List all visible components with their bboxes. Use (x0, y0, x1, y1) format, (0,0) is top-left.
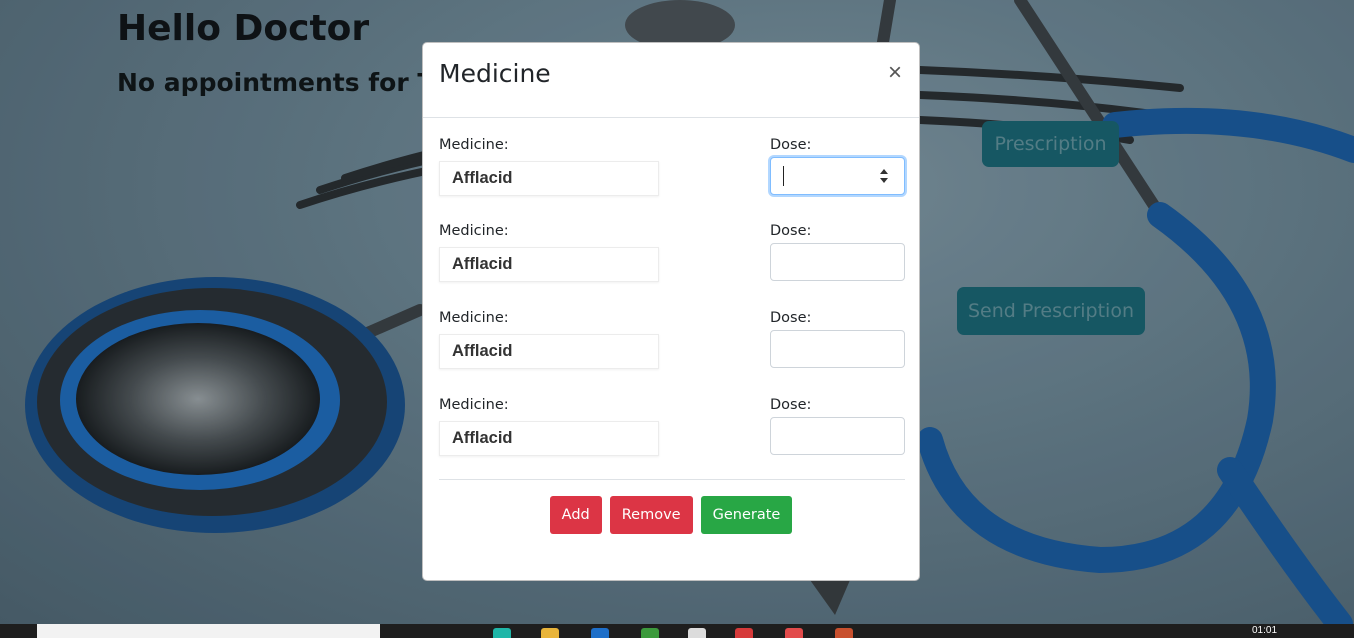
add-button[interactable]: Add (549, 496, 602, 534)
medicine-value: Afflacid (439, 334, 659, 369)
notepad-icon[interactable] (688, 628, 706, 638)
browser-icon[interactable] (735, 628, 753, 638)
number-spinner[interactable] (880, 167, 890, 185)
medicine-value: Afflacid (439, 161, 659, 196)
spinner-up-icon[interactable] (880, 169, 888, 174)
medicine-row: Medicine: Afflacid Dose: (439, 397, 905, 477)
medicine-row: Medicine: Afflacid Dose: (439, 310, 905, 390)
folder-icon[interactable] (541, 628, 559, 638)
taskbar: 01:01 (0, 624, 1354, 638)
dose-label: Dose: (770, 310, 812, 326)
modal-divider (439, 479, 905, 480)
dose-input[interactable] (770, 417, 905, 455)
app-icon[interactable] (835, 628, 853, 638)
taskbar-search-box[interactable] (37, 624, 380, 638)
text-caret (783, 166, 784, 186)
medicine-row: Medicine: Afflacid Dose: (439, 223, 905, 303)
store-icon[interactable] (591, 628, 609, 638)
dose-input[interactable] (770, 243, 905, 281)
modal-title: Medicine (439, 59, 551, 88)
medicine-value: Afflacid (439, 421, 659, 456)
dose-label: Dose: (770, 137, 812, 153)
dose-input[interactable] (770, 157, 905, 195)
modal-actions: Add Remove Generate (423, 496, 919, 534)
dose-label: Dose: (770, 223, 812, 239)
dose-input[interactable] (770, 330, 905, 368)
spinner-down-icon[interactable] (880, 178, 888, 183)
medicine-label: Medicine: (439, 223, 509, 239)
medicine-row: Medicine: Afflacid Dose: (439, 137, 905, 217)
taskbar-clock[interactable]: 01:01 (1252, 625, 1277, 636)
medicine-label: Medicine: (439, 137, 509, 153)
medicine-label: Medicine: (439, 397, 509, 413)
remove-button[interactable]: Remove (609, 496, 693, 534)
app-icon[interactable] (493, 628, 511, 638)
modal-header: Medicine × (423, 43, 919, 118)
app-icon[interactable] (641, 628, 659, 638)
medicine-label: Medicine: (439, 310, 509, 326)
close-icon[interactable]: × (883, 59, 907, 87)
dose-label: Dose: (770, 397, 812, 413)
app-icon[interactable] (785, 628, 803, 638)
medicine-value: Afflacid (439, 247, 659, 282)
generate-button[interactable]: Generate (700, 496, 793, 534)
medicine-modal: Medicine × Medicine: Afflacid Dose: Medi… (422, 42, 920, 581)
